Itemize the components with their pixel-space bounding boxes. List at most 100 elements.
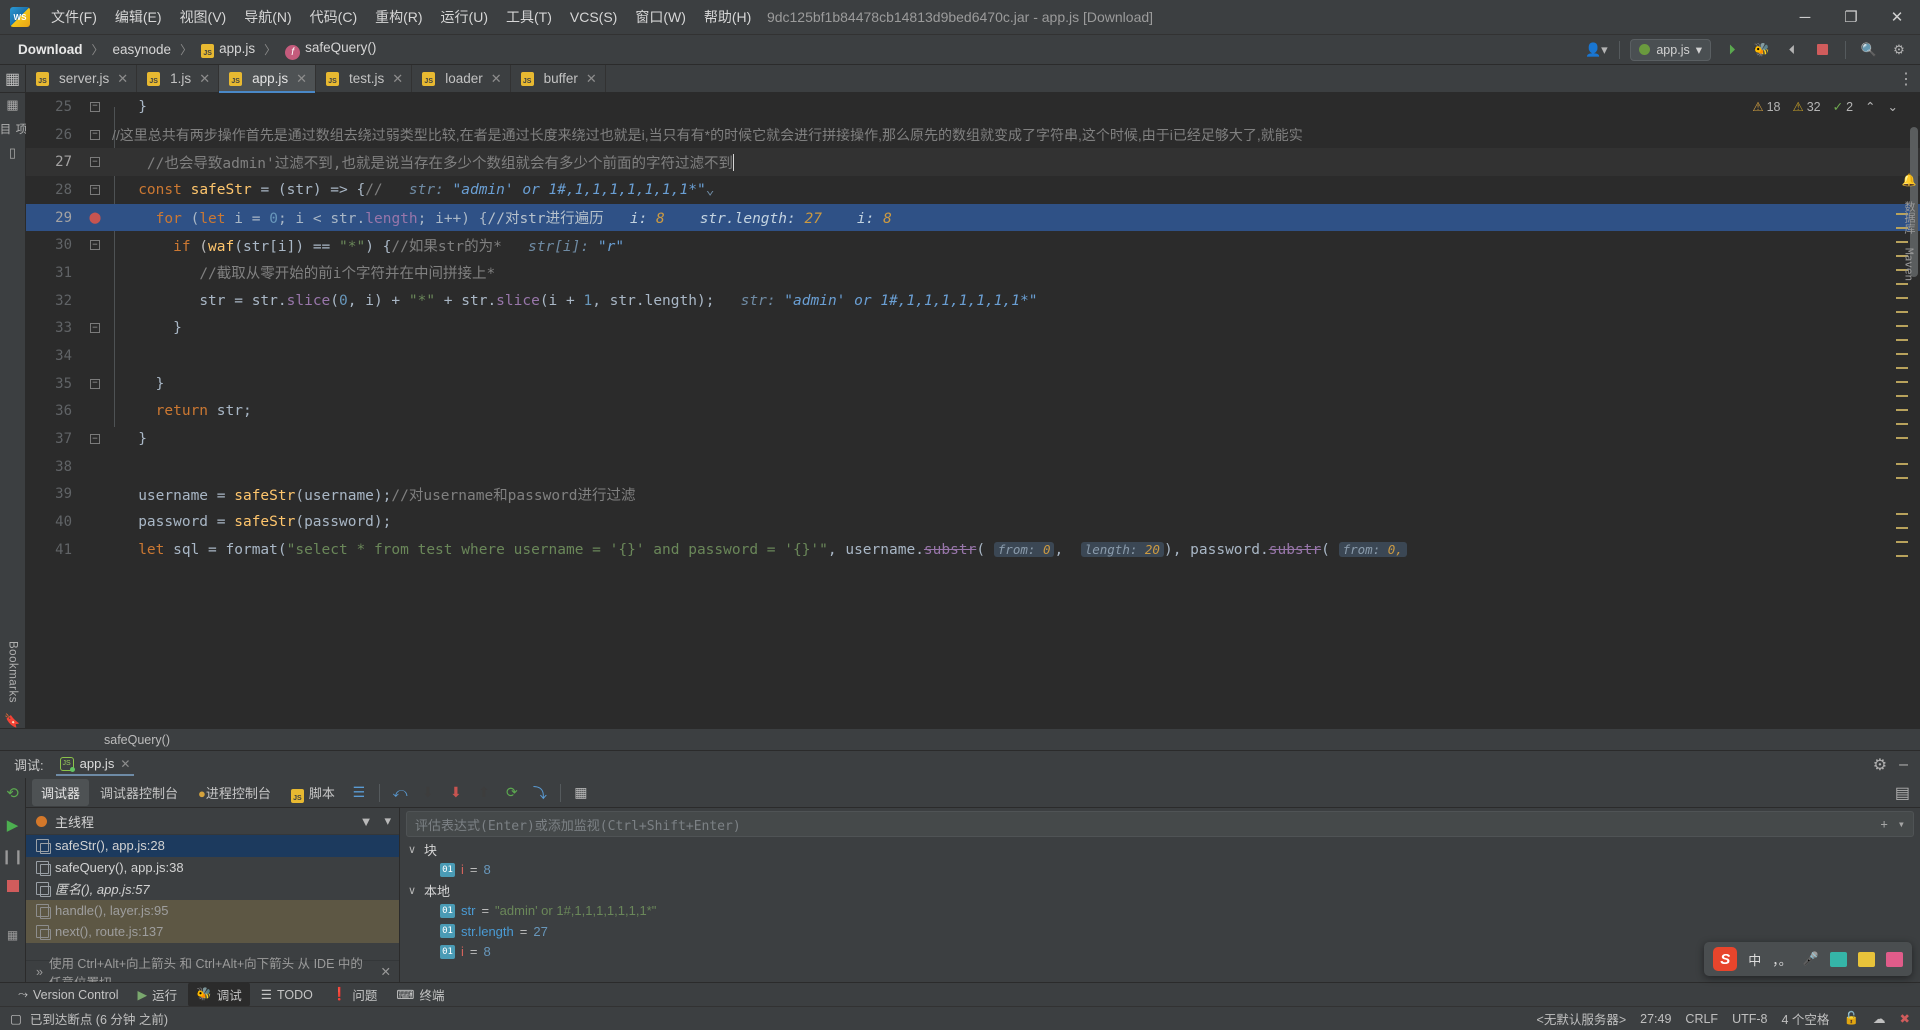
menu-vcs[interactable]: VCS(S)	[561, 5, 626, 29]
maven-label[interactable]: Maven	[1903, 248, 1916, 281]
var-row-i[interactable]: 01 i = 8	[406, 860, 1920, 881]
hint-chevron-icon[interactable]: ⌄	[706, 182, 715, 198]
menu-navigate[interactable]: 导航(N)	[235, 3, 300, 31]
tool-run[interactable]: ▶ 运行	[129, 982, 185, 1007]
keyboard-icon[interactable]	[1830, 951, 1847, 967]
ime-mode-label[interactable]: 中	[1748, 950, 1761, 969]
microphone-icon[interactable]: 🎤	[1803, 951, 1819, 967]
tool-version-control[interactable]: ⤳ Version Control	[10, 984, 126, 1005]
code-line-28[interactable]: 28 − const safeStr = (str) => {// str: "…	[26, 176, 1920, 204]
menu-tools[interactable]: 工具(T)	[497, 3, 561, 31]
tab-1-js[interactable]: JS 1.js ✕	[137, 65, 220, 92]
frame-safestr[interactable]: safeStr(), app.js:28	[26, 835, 399, 857]
tab-loader[interactable]: JS loader ✕	[412, 65, 511, 92]
evaluate-expression-input[interactable]: 评估表达式(Enter)或添加监视(Ctrl+Shift+Enter) + ▾	[406, 811, 1914, 837]
close-icon[interactable]: ✕	[296, 71, 307, 87]
bookmarks-label[interactable]: Bookmarks	[7, 641, 19, 703]
menu-icon[interactable]	[1886, 951, 1903, 967]
run-configuration-selector[interactable]: app.js ▾	[1630, 38, 1711, 61]
notifications-icon[interactable]: 🔔	[1902, 173, 1917, 187]
code-line-26[interactable]: 26 − //这里总共有两步操作首先是通过数组去绕过弱类型比较,在者是通过长度来…	[26, 121, 1920, 149]
close-icon[interactable]: ✕	[199, 71, 210, 87]
frames-icon[interactable]: ☰	[346, 781, 372, 805]
minimize-icon[interactable]: –	[1899, 756, 1908, 774]
database-label[interactable]: 数据库	[1901, 201, 1917, 234]
var-row-strlength[interactable]: 01 str.length = 27	[406, 921, 1920, 942]
code-line-34[interactable]: 34	[26, 342, 1920, 370]
code-line-32[interactable]: 32 str = str.slice(0, i) + "*" + str.sli…	[26, 287, 1920, 315]
code-line-36[interactable]: 36 return str;	[26, 398, 1920, 426]
tab-buffer[interactable]: JS buffer ✕	[511, 65, 606, 92]
show-memory-icon[interactable]: ▦	[568, 781, 594, 805]
minimize-button[interactable]: ─	[1782, 0, 1828, 34]
filter-icon[interactable]: ▼︎	[360, 814, 373, 829]
code-line-39[interactable]: 39 username = safeStr(username);//对usern…	[26, 481, 1920, 509]
close-icon[interactable]: ✕	[491, 71, 502, 87]
fold-marker[interactable]: −	[84, 101, 106, 112]
fold-marker[interactable]: −	[84, 240, 106, 251]
chevron-down-icon[interactable]: ∨	[406, 884, 418, 897]
frame-next-route[interactable]: next(), route.js:137	[26, 921, 399, 943]
inspection-warnings[interactable]: ⚠ 18	[1752, 99, 1780, 115]
step-over-icon[interactable]: ⤺	[387, 781, 413, 805]
inspection-ok[interactable]: ✓ 2	[1833, 99, 1853, 115]
menu-run[interactable]: 运行(U)	[432, 3, 497, 31]
chevron-down-icon[interactable]: ▾	[1898, 817, 1905, 831]
debug-icon[interactable]: 🐝	[1749, 39, 1775, 61]
breadcrumb-item-appjs[interactable]: JS app.js	[197, 39, 259, 60]
rerun-icon[interactable]: ⟲	[6, 784, 19, 802]
debug-tab-scripts[interactable]: JS 脚本	[282, 779, 344, 807]
settings-icon[interactable]: ⚙	[1886, 39, 1912, 61]
thread-selector[interactable]: 主线程 ▼︎ ▾	[26, 808, 399, 835]
var-group-block[interactable]: ∨ 块	[406, 839, 1920, 860]
menu-code[interactable]: 代码(C)	[301, 3, 366, 31]
ime-punctuation-label[interactable]: ，。	[1772, 950, 1792, 969]
chevron-up-icon[interactable]: ⌃	[1865, 99, 1875, 114]
bookmark-icon[interactable]: 🔖	[4, 713, 20, 729]
tool-problems[interactable]: ❗ 问题	[324, 982, 386, 1007]
run-to-cursor-icon[interactable]: ⟳	[499, 781, 525, 805]
code-line-31[interactable]: 31 //截取从零开始的前i个字符并在中间拼接上*	[26, 259, 1920, 287]
frame-list[interactable]: safeStr(), app.js:28 safeQuery(), app.js…	[26, 835, 399, 960]
inspection-widget[interactable]: ⚠ 18 ⚠ 32 ✓ 2 ⌃ ⌄	[1752, 99, 1898, 115]
menu-refactor[interactable]: 重构(R)	[366, 3, 431, 31]
tab-test-js[interactable]: JS test.js ✕	[316, 65, 413, 92]
status-indent[interactable]: 4 个空格	[1782, 1009, 1830, 1028]
structure-icon[interactable]: ▯	[9, 145, 16, 161]
fold-marker[interactable]: −	[84, 434, 106, 445]
project-icon[interactable]: ▦	[6, 97, 18, 113]
project-label[interactable]: 项目	[0, 123, 29, 135]
chevron-down-icon[interactable]: ∨	[406, 843, 418, 856]
run-icon[interactable]: ⏵	[1719, 39, 1745, 61]
debug-tab-process-console[interactable]: ●进程控制台	[189, 779, 280, 806]
tab-overflow-menu[interactable]: ⋮	[1898, 65, 1920, 92]
status-encoding[interactable]: UTF-8	[1732, 1012, 1767, 1026]
tool-todo[interactable]: ☰ TODO	[253, 984, 321, 1005]
close-icon[interactable]: ✕	[120, 757, 130, 771]
breakpoints-icon[interactable]: ▦	[7, 928, 18, 942]
code-line-37[interactable]: 37 − }	[26, 425, 1920, 453]
code-line-38[interactable]: 38	[26, 453, 1920, 481]
tab-server-js[interactable]: JS server.js ✕	[26, 65, 138, 92]
fold-marker[interactable]: −	[84, 323, 106, 334]
toolbox-icon[interactable]	[1858, 951, 1875, 967]
coverage-icon[interactable]: ⏴	[1779, 39, 1805, 61]
error-icon[interactable]: ✖	[1900, 1011, 1910, 1026]
frame-handle-layer[interactable]: handle(), layer.js:95	[26, 899, 399, 921]
code-line-30[interactable]: 30 − if (waf(str[i]) == "*") {//如果str的为*…	[26, 231, 1920, 259]
fold-marker[interactable]: −	[84, 378, 106, 389]
close-button[interactable]: ✕	[1874, 0, 1920, 34]
code-line-33[interactable]: 33 − }	[26, 315, 1920, 343]
breadcrumb-item-download[interactable]: Download	[14, 40, 87, 59]
close-icon[interactable]: ✕	[117, 71, 128, 87]
breadcrumb[interactable]: Download 〉 easynode 〉 JS app.js 〉 f safeQu…	[14, 38, 380, 62]
resume-icon[interactable]: ▶	[7, 816, 19, 834]
stop-icon[interactable]	[6, 879, 19, 897]
chevron-down-icon[interactable]: ⌄	[1888, 99, 1898, 114]
debug-tab-debugger[interactable]: 调试器	[32, 779, 90, 806]
frame-anonymous[interactable]: 匿名(), app.js:57	[26, 878, 399, 900]
breadcrumb-item-safequery[interactable]: f safeQuery()	[281, 38, 380, 62]
variables-tree[interactable]: ∨ 块 01 i = 8 ∨ 本地 01 str = "admin' or 1#…	[400, 839, 1920, 982]
close-icon[interactable]: ✕	[381, 964, 399, 979]
code-line-27[interactable]: 27 − //也会导致admin'过滤不到,也就是说当存在多少个数组就会有多少个…	[26, 148, 1920, 177]
